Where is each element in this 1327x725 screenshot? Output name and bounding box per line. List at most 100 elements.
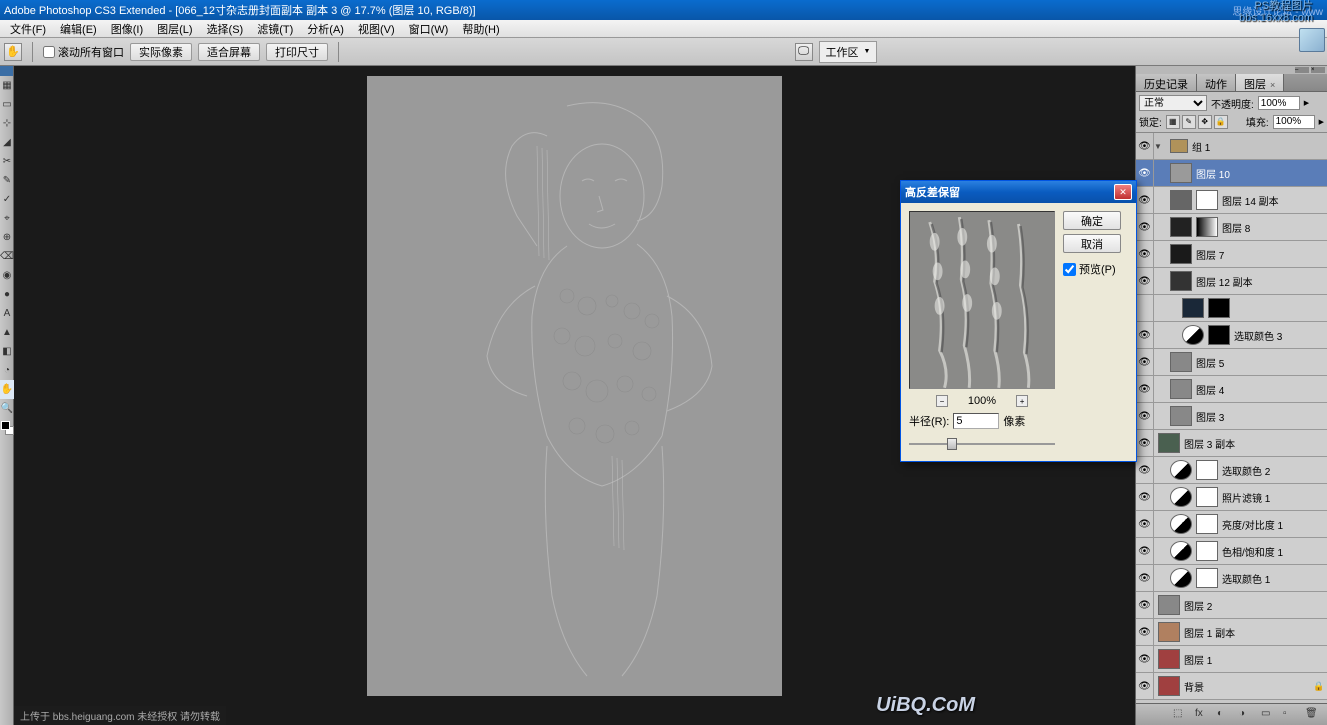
layer-name[interactable]: 选取颜色 2 (1222, 463, 1327, 478)
color-swatches[interactable] (0, 420, 14, 440)
layer-row[interactable]: 👁图层 3 (1136, 403, 1327, 430)
visibility-toggle[interactable]: 👁 (1136, 430, 1154, 457)
tool-blur[interactable]: A (0, 304, 14, 323)
layer-mask-thumb[interactable] (1196, 190, 1218, 210)
dialog-preview[interactable] (909, 211, 1055, 389)
layer-mask-thumb[interactable] (1208, 325, 1230, 345)
tool-crop[interactable]: ✂ (0, 152, 14, 171)
visibility-toggle[interactable]: 👁 (1136, 187, 1154, 214)
actual-pixels-button[interactable]: 实际像素 (130, 43, 192, 61)
visibility-toggle[interactable]: 👁 (1136, 673, 1154, 700)
tab-actions[interactable]: 动作 (1197, 74, 1236, 91)
layer-row[interactable]: 👁色相/饱和度 1 (1136, 538, 1327, 565)
ok-button[interactable]: 确定 (1063, 211, 1121, 230)
layer-name[interactable]: 组 1 (1192, 139, 1327, 154)
tool-zoom[interactable]: 🔍 (0, 399, 14, 418)
menu-file[interactable]: 文件(F) (4, 20, 52, 38)
tool-marquee[interactable]: ▭ (0, 95, 14, 114)
layer-row[interactable]: 👁 照片滤镜 1 (1136, 484, 1327, 511)
layer-name[interactable]: 图层 14 副本 (1222, 193, 1327, 208)
layer-row[interactable]: 👁 图层 7 (1136, 241, 1327, 268)
layer-name[interactable]: 照片滤镜 1 (1222, 490, 1327, 505)
layer-name[interactable]: 图层 1 (1184, 652, 1327, 667)
tool-dodge[interactable]: ▲ (0, 323, 14, 342)
delete-layer-icon[interactable]: 🗑 (1305, 708, 1321, 722)
layer-row[interactable]: 👁 选取颜色 1 (1136, 565, 1327, 592)
tool-heal[interactable]: ✓ (0, 190, 14, 209)
lock-all-icon[interactable]: 🔒 (1214, 115, 1228, 129)
visibility-toggle[interactable]: 👁 (1136, 403, 1154, 430)
link-layers-icon[interactable]: ⬚ (1173, 708, 1189, 722)
layer-name[interactable]: 亮度/对比度 1 (1222, 517, 1327, 532)
layer-name[interactable]: 图层 1 副本 (1184, 625, 1327, 640)
layer-row[interactable]: 👁 图层 10 (1136, 160, 1327, 187)
document-canvas[interactable] (367, 76, 782, 696)
layer-thumb[interactable] (1170, 379, 1192, 399)
visibility-toggle[interactable]: 👁 (1136, 160, 1154, 187)
layer-mask-thumb[interactable] (1196, 217, 1218, 237)
layer-thumb[interactable] (1170, 163, 1192, 183)
menu-analysis[interactable]: 分析(A) (301, 20, 350, 38)
tool-eyedropper[interactable]: ✎ (0, 171, 14, 190)
blend-mode-select[interactable]: 正常 (1139, 95, 1207, 111)
layer-name[interactable]: 图层 7 (1196, 247, 1327, 262)
menu-select[interactable]: 选择(S) (201, 20, 250, 38)
layer-row[interactable]: 👁选取颜色 2 (1136, 457, 1327, 484)
menu-image[interactable]: 图像(I) (105, 20, 149, 38)
dialog-titlebar[interactable]: 高反差保留 ✕ (901, 181, 1136, 203)
layer-name[interactable]: 选取颜色 1 (1222, 571, 1327, 586)
tool-hand[interactable]: ✋ (0, 380, 14, 399)
minimize-icon[interactable]: – (1295, 67, 1309, 73)
visibility-toggle[interactable]: 👁 (1136, 241, 1154, 268)
layer-name[interactable]: 图层 3 副本 (1184, 436, 1327, 451)
layer-name[interactable]: 图层 8 (1222, 220, 1327, 235)
visibility-toggle[interactable]: 👁 (1136, 565, 1154, 592)
layer-row[interactable]: 👁 图层 1 副本 (1136, 619, 1327, 646)
layer-mask-thumb[interactable] (1208, 298, 1230, 318)
tool-lasso[interactable]: ⊹ (0, 114, 14, 133)
layer-thumb[interactable] (1170, 190, 1192, 210)
layer-thumb[interactable] (1158, 649, 1180, 669)
screen-mode-icon[interactable]: 🖵 (795, 43, 813, 61)
tab-layers[interactable]: 图层× (1236, 74, 1284, 91)
layer-style-icon[interactable]: fx (1195, 708, 1211, 722)
tool-preset-icon[interactable]: ✋ (4, 43, 22, 61)
layer-row[interactable]: 👁选取颜色 3 (1136, 322, 1327, 349)
layer-row[interactable]: 👁图层 2 (1136, 592, 1327, 619)
tab-history[interactable]: 历史记录 (1136, 74, 1197, 91)
visibility-toggle[interactable]: 👁 (1136, 484, 1154, 511)
layer-row[interactable]: 👁图层 8 (1136, 214, 1327, 241)
opacity-value[interactable]: 100% (1258, 96, 1300, 110)
tab-close-icon[interactable]: × (1270, 80, 1275, 90)
tool-history-brush[interactable]: ⌫ (0, 247, 14, 266)
layer-name[interactable]: 图层 4 (1196, 382, 1327, 397)
layer-thumb[interactable] (1170, 406, 1192, 426)
tool-eraser[interactable]: ◉ (0, 266, 14, 285)
layer-thumb[interactable] (1158, 595, 1180, 615)
visibility-toggle[interactable]: 👁 (1136, 619, 1154, 646)
layer-thumb[interactable] (1170, 271, 1192, 291)
lock-pixels-icon[interactable]: ✎ (1182, 115, 1196, 129)
fill-value[interactable]: 100% (1273, 115, 1315, 129)
layer-thumb[interactable] (1170, 352, 1192, 372)
layer-thumb[interactable] (1158, 676, 1180, 696)
layer-name[interactable]: 图层 5 (1196, 355, 1327, 370)
layer-thumb[interactable] (1170, 217, 1192, 237)
layer-mask-thumb[interactable] (1196, 460, 1218, 480)
tool-brush[interactable]: ⌖ (0, 209, 14, 228)
layer-row[interactable]: 👁 图层 14 副本 (1136, 187, 1327, 214)
layer-thumb[interactable] (1170, 244, 1192, 264)
layer-thumb[interactable] (1158, 622, 1180, 642)
layer-row[interactable]: 👁背景🔒 (1136, 673, 1327, 700)
menu-view[interactable]: 视图(V) (352, 20, 401, 38)
layer-name[interactable]: 图层 10 (1196, 166, 1327, 181)
layer-name[interactable]: 背景 (1184, 679, 1311, 694)
layer-row[interactable]: 👁图层 5 (1136, 349, 1327, 376)
visibility-toggle[interactable]: 👁 (1136, 133, 1154, 160)
layer-mask-thumb[interactable] (1196, 568, 1218, 588)
layer-thumb[interactable] (1158, 433, 1180, 453)
layer-row[interactable]: 👁▼组 1 (1136, 133, 1327, 160)
radius-input[interactable] (953, 413, 999, 429)
tool-pen[interactable]: ◧ (0, 342, 14, 361)
layer-thumb[interactable] (1182, 298, 1204, 318)
